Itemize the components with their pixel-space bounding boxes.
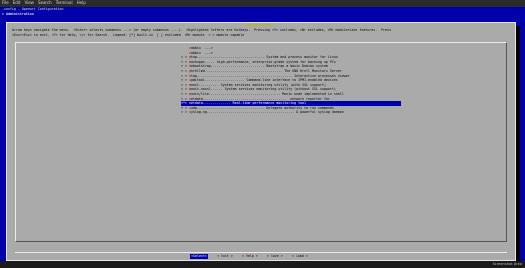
menu-terminal[interactable]: Terminal — [56, 1, 73, 6]
help-close: > — [253, 254, 258, 258]
help-line-1: Arrow keys navigate the menu. <Enter> se… — [12, 28, 392, 32]
menu-item-label: pmitool.................... Command-line… — [190, 78, 338, 83]
terminal-window: .config - Openwrt Configuration > Admini… — [0, 7, 525, 265]
menu-item-prefix — [181, 46, 189, 50]
app-menubar: File Edit View Search Terminal Help — [0, 0, 525, 7]
menu-item-prefix: <*> — [181, 101, 189, 106]
menu-item-label: unin/lite...............................… — [190, 91, 344, 96]
exit-button[interactable]: < Exit > — [217, 254, 233, 259]
menu-file[interactable]: File — [2, 1, 9, 6]
menu-item-label: etdata.............. Real-time performan… — [190, 101, 307, 106]
menu-edit[interactable]: Edit — [13, 1, 21, 6]
menu-item-label: etdata..................................… — [190, 96, 330, 101]
menu-item-label: yslog-ng................................… — [190, 110, 344, 115]
menuconfig-dialog: Administration Arrow keys navigate the m… — [6, 22, 516, 261]
load-button[interactable]: < Load > — [292, 254, 308, 259]
menu-view[interactable]: View — [24, 1, 34, 6]
bottom-panel: Screenshot Area — [0, 261, 525, 268]
select-label: elect — [195, 254, 205, 258]
menu-item-label: ackuppc..... high-performance, enterpris… — [190, 59, 336, 64]
menu-item-prefix: < > — [181, 64, 189, 69]
help-line-2: <Esc><Esc> to exit, <?> for Help, </> fo… — [12, 32, 245, 37]
menu-item-prefix: < > — [181, 55, 189, 60]
save-button[interactable]: < Save > — [267, 254, 283, 259]
menu-item-label: top.....................................… — [190, 73, 350, 78]
menu-item-label: abbix ---> — [190, 46, 213, 50]
screenshot-area-label: Screenshot Area — [492, 262, 522, 266]
menu-item-prefix: < > — [181, 91, 189, 96]
help-text: Arrow keys navigate the menu. <Enter> se… — [12, 28, 512, 37]
menu-item-prefix: < > — [181, 105, 189, 110]
breadcrumb: > Administration — [2, 11, 34, 16]
menu-item-label: onit-nossl...... System services monitor… — [190, 87, 336, 92]
dialog-title: Administration — [247, 23, 275, 27]
exit-close: > — [228, 254, 233, 258]
menu-item-prefix: < > — [181, 59, 189, 64]
menu-item-prefix: < > — [181, 73, 189, 78]
menu-search[interactable]: Search — [38, 1, 52, 6]
menu-item-label: udo.................................. De… — [190, 105, 334, 110]
menu-box: zabbix ---> zabbix ---> < > atop........… — [15, 42, 507, 242]
menu-help[interactable]: Help — [77, 1, 86, 6]
save-close: > — [278, 254, 283, 258]
select-close: > — [204, 254, 207, 258]
menu-item-label: ebootstrap........................... Bo… — [190, 64, 328, 69]
menu-item-prefix: < > — [181, 87, 189, 92]
menu-item-prefix: < > — [181, 68, 189, 73]
menu-list: zabbix ---> zabbix ---> < > atop........… — [181, 46, 401, 115]
menu-item-label: onit.......... System services monitorin… — [190, 82, 326, 87]
menu-item-label: top.................................. Sy… — [190, 55, 338, 60]
menu-item-prefix: < > — [181, 110, 189, 115]
menu-item-prefix — [181, 51, 189, 55]
menu-item-label: krellmd.................................… — [190, 68, 342, 73]
menu-item-prefix: < > — [181, 96, 189, 101]
menu-item-syslog-ng[interactable]: < > syslog-ng...........................… — [181, 110, 401, 115]
menu-item-prefix: < > — [181, 78, 189, 83]
menu-item-prefix: < > — [181, 82, 189, 87]
select-button[interactable]: <Select> — [190, 254, 208, 259]
load-close: > — [303, 254, 308, 258]
button-row: <Select> < Exit > < Help > < Save > < Lo… — [190, 254, 308, 259]
menu-item-label: abbix ---> — [190, 50, 213, 55]
help-button[interactable]: < Help > — [242, 254, 258, 259]
